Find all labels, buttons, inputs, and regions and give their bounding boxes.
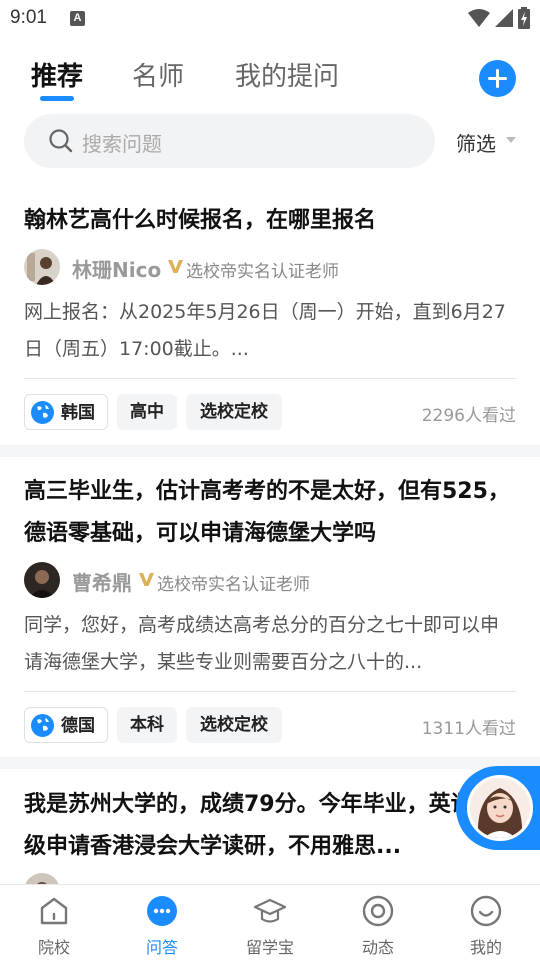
tab-my-questions[interactable]: 我的提问: [235, 56, 339, 93]
question-title[interactable]: 高三毕业生，估计高考考的不是太好，但有525，德语零基础，可以申请海德堡大学吗: [24, 471, 516, 555]
question-card[interactable]: 翰林艺高什么时候报名，在哪里报名 林珊Nico 选校帝实名认证老师 网上报名：从…: [0, 185, 540, 445]
question-card[interactable]: 高三毕业生，估计高考考的不是太好，但有525，德语零基础，可以申请海德堡大学吗 …: [0, 457, 540, 757]
country-tag[interactable]: 韩国: [24, 394, 108, 430]
smile-icon: [470, 895, 502, 927]
search-icon: [49, 129, 73, 153]
tab-famous-teachers[interactable]: 名师: [132, 56, 184, 93]
question-title[interactable]: 翰林艺高什么时候报名，在哪里报名: [24, 200, 516, 242]
nav-item-qa[interactable]: 问答: [108, 885, 216, 960]
wifi-icon: [468, 9, 490, 27]
nav-label: 院校: [37, 938, 70, 957]
tab-recommended[interactable]: 推荐: [31, 56, 83, 93]
globe-icon: [31, 714, 54, 737]
question-card[interactable]: 我是苏州大学的，成绩79分。今年毕业，英语六级申请香港浸会大学读研，不用雅思..…: [0, 769, 540, 884]
chat-bubble-icon: [147, 896, 177, 926]
add-question-button[interactable]: [479, 60, 516, 97]
tag-row: 韩国 高中 选校定校 2296人看过: [24, 394, 516, 430]
nav-label: 留学宝: [245, 938, 294, 957]
search-input[interactable]: 搜索问题: [24, 114, 435, 168]
author-row: 曹希鼎 选校帝实名认证老师: [24, 562, 516, 600]
verified-label: 选校帝实名认证老师: [157, 575, 310, 595]
status-bar: 9:01 A: [0, 0, 540, 36]
author-name[interactable]: 林珊Nico: [72, 254, 161, 283]
graduation-cap-icon: [254, 898, 286, 923]
nav-label: 动态: [361, 938, 394, 957]
nav-item-schools[interactable]: 院校: [0, 885, 108, 960]
author-row: 林珊Nico 选校帝实名认证老师: [24, 249, 516, 287]
nav-item-me[interactable]: 我的: [432, 885, 540, 960]
avatar[interactable]: [24, 873, 60, 884]
divider: [24, 691, 516, 692]
nav-label: 我的: [469, 938, 502, 957]
verified-label: 选校帝实名认证老师: [186, 262, 339, 282]
nav-item-study-abroad[interactable]: 留学宝: [216, 885, 324, 960]
status-icons: [468, 7, 530, 29]
top-tabs: 推荐 名师 我的提问: [0, 52, 540, 108]
avatar[interactable]: [24, 562, 60, 598]
country-tag-label: 德国: [61, 716, 95, 736]
country-tag[interactable]: 德国: [24, 707, 108, 743]
question-title[interactable]: 我是苏州大学的，成绩79分。今年毕业，英语六级申请香港浸会大学读研，不用雅思..…: [24, 784, 516, 868]
answer-preview[interactable]: 网上报名：从2025年5月26日（周一）开始，直到6月27日（周五）17:00截…: [24, 294, 516, 368]
filter-button[interactable]: 筛选: [456, 128, 496, 157]
level-tag[interactable]: 本科: [117, 707, 177, 743]
level-tag[interactable]: 高中: [117, 394, 177, 430]
filter-caret-icon: [506, 137, 516, 143]
signal-icon: [495, 9, 513, 27]
category-tag[interactable]: 选校定校: [186, 394, 282, 430]
view-count: 1311人看过: [421, 719, 516, 739]
author-name[interactable]: 曹希鼎: [72, 567, 132, 596]
notification-a-icon: A: [70, 11, 85, 26]
battery-icon: [518, 7, 530, 29]
answer-preview[interactable]: 同学，您好，高考成绩达高考总分的百分之七十即可以申请海德堡大学，某些专业则需要百…: [24, 607, 516, 681]
search-placeholder: 搜索问题: [82, 132, 162, 156]
bottom-nav: 院校 问答 留学宝 动态 我的: [0, 884, 540, 960]
status-time: 9:01: [10, 7, 47, 28]
tag-row: 德国 本科 选校定校 1311人看过: [24, 707, 516, 743]
country-tag-label: 韩国: [61, 403, 95, 423]
home-icon: [40, 897, 68, 925]
nav-item-feed[interactable]: 动态: [324, 885, 432, 960]
card-separator: [0, 445, 540, 457]
divider: [24, 378, 516, 379]
active-tab-indicator: [40, 96, 74, 101]
verified-v-icon: [168, 260, 183, 273]
view-count: 2296人看过: [421, 406, 516, 426]
globe-icon: [31, 401, 54, 424]
target-icon: [362, 895, 394, 927]
category-tag[interactable]: 选校定校: [186, 707, 282, 743]
verified-v-icon: [139, 573, 154, 586]
avatar[interactable]: [24, 249, 60, 285]
advisor-avatar[interactable]: [467, 775, 533, 841]
card-separator: [0, 757, 540, 769]
nav-label: 问答: [145, 938, 178, 957]
